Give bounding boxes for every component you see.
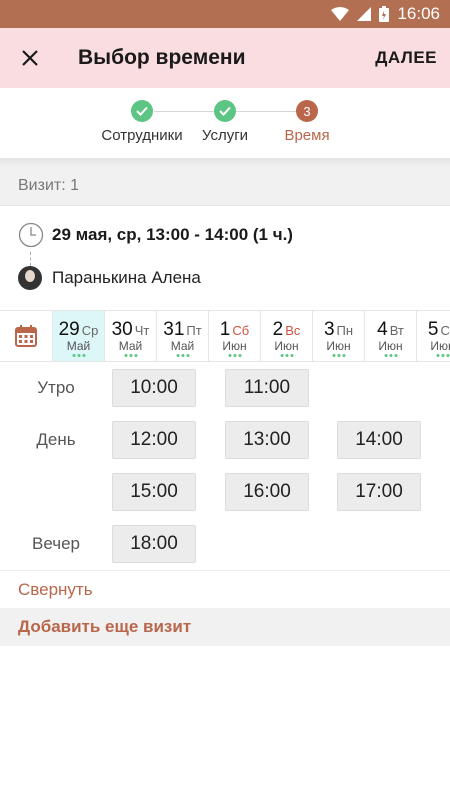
date-number: 5 <box>427 319 439 340</box>
date-number: 2 <box>272 319 284 340</box>
date-number: 1 <box>219 319 231 340</box>
close-icon <box>22 50 38 66</box>
visit-info: 29 мая, ср, 13:00 - 14:00 (1 ч.) Параньк… <box>0 206 450 310</box>
availability-dots <box>228 354 241 357</box>
date-month: Июн <box>378 339 403 353</box>
date-weekday: Чт <box>134 323 150 338</box>
date-cell[interactable]: 29 Ср Май <box>52 311 104 361</box>
wifi-icon <box>331 7 350 21</box>
time-slot[interactable]: 11:00 <box>225 369 309 407</box>
status-bar: 16:06 <box>0 0 450 28</box>
app-toolbar: Выбор времени ДАЛЕЕ <box>0 28 450 88</box>
date-number: 4 <box>377 319 388 340</box>
clock-icon <box>18 222 44 248</box>
period-day: День <box>36 430 76 449</box>
date-strip[interactable]: 29 Ср Май 30 Чт Май 31 Пт Май 1 Сб Июн 2 Вс Июн 3 Пн Июн 4… <box>0 310 450 362</box>
time-slot[interactable]: 14:00 <box>337 421 421 459</box>
status-time: 16:06 <box>397 4 440 23</box>
avatar <box>18 266 42 290</box>
period-morning: Утро <box>37 378 75 397</box>
employee-name: Паранькина Алена <box>52 268 201 287</box>
date-month: Июн <box>430 339 450 353</box>
time-slot[interactable]: 13:00 <box>225 421 309 459</box>
date-month: Май <box>170 339 195 353</box>
date-weekday: Вт <box>389 323 404 338</box>
visit-header: Визит: 1 <box>0 166 450 206</box>
check-icon <box>131 100 153 122</box>
calendar-icon <box>15 325 37 347</box>
date-cell[interactable]: 31 Пт Май <box>156 311 208 361</box>
divider <box>0 158 450 166</box>
close-button[interactable] <box>0 28 60 88</box>
availability-dots <box>176 354 189 357</box>
step-number: 3 <box>296 100 318 122</box>
visit-datetime: 29 мая, ср, 13:00 - 14:00 (1 ч.) <box>52 225 293 244</box>
date-weekday: Сб <box>232 323 250 338</box>
date-month: Июн <box>222 339 247 353</box>
step-time[interactable]: 3 Время <box>257 100 357 144</box>
date-cell[interactable]: 4 Вт Июн <box>364 311 416 361</box>
availability-dots <box>436 354 449 357</box>
date-month: Июн <box>274 339 299 353</box>
time-slot[interactable]: 10:00 <box>112 369 196 407</box>
time-slot[interactable]: 12:00 <box>112 421 196 459</box>
date-number: 30 <box>111 319 133 340</box>
date-weekday: Вс <box>285 323 301 338</box>
collapse-button[interactable]: Свернуть <box>0 570 450 608</box>
date-weekday: Пн <box>336 323 354 338</box>
date-number: 31 <box>163 319 185 340</box>
check-icon <box>214 100 236 122</box>
availability-dots <box>384 354 397 357</box>
date-month: Май <box>118 339 143 353</box>
step-label: Услуги <box>201 127 249 144</box>
period-evening: Вечер <box>32 534 80 553</box>
add-visit-button[interactable]: Добавить еще визит <box>0 608 450 646</box>
date-weekday: Ср <box>440 323 450 338</box>
date-number: 3 <box>323 319 335 340</box>
signal-icon <box>357 7 372 21</box>
page-title: Выбор времени <box>78 46 246 69</box>
date-weekday: Ср <box>81 323 99 338</box>
divider <box>30 252 31 266</box>
availability-dots <box>280 354 293 357</box>
availability-dots <box>332 354 345 357</box>
time-slot[interactable]: 17:00 <box>337 473 421 511</box>
calendar-button[interactable] <box>0 311 52 361</box>
date-number: 29 <box>58 319 80 340</box>
date-cell[interactable]: 5СрИюн <box>416 311 450 361</box>
date-month: Май <box>66 339 91 353</box>
time-slots: Утро День Вечер 10:00 11:00 12:00 13:00 … <box>0 362 450 570</box>
date-month: Июн <box>326 339 351 353</box>
time-slot[interactable]: 18:00 <box>112 525 196 563</box>
time-slot[interactable]: 16:00 <box>225 473 309 511</box>
next-button[interactable]: ДАЛЕЕ <box>375 48 437 68</box>
availability-dots <box>72 354 85 357</box>
battery-icon <box>379 6 390 22</box>
date-cell[interactable]: 3 Пн Июн <box>312 311 364 361</box>
availability-dots <box>124 354 137 357</box>
step-label: Время <box>284 127 330 144</box>
date-cell[interactable]: 30 Чт Май <box>104 311 156 361</box>
time-slot[interactable]: 15:00 <box>112 473 196 511</box>
date-weekday: Пт <box>186 323 202 338</box>
date-cell[interactable]: 2 Вс Июн <box>260 311 312 361</box>
date-cell[interactable]: 1 Сб Июн <box>208 311 260 361</box>
progress-stepper: Сотрудники Услуги 3 Время <box>0 88 450 158</box>
step-label: Сотрудники <box>101 127 183 144</box>
